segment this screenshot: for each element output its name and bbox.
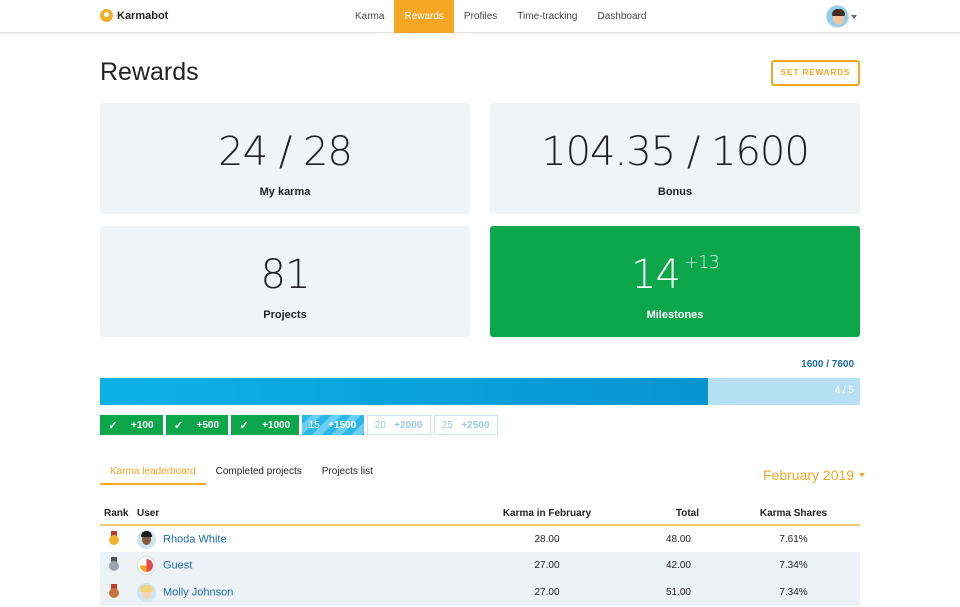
milestone-step: ✓ +500 bbox=[165, 415, 229, 435]
tab-completed-projects[interactable]: Completed projects bbox=[206, 460, 312, 485]
check-icon: ✓ bbox=[108, 419, 118, 432]
bonus-card: 104.35 / 1600 Bonus bbox=[490, 103, 860, 214]
my-karma-value: 24 / 28 bbox=[218, 129, 353, 175]
milestones-label: Milestones bbox=[646, 309, 704, 321]
check-icon: ✓ bbox=[173, 419, 184, 432]
month-selector[interactable]: February 2019 bbox=[763, 467, 866, 483]
user-cell: Rhoda White bbox=[137, 525, 467, 552]
col-rank: Rank bbox=[100, 503, 137, 526]
col-total: Total bbox=[627, 503, 727, 526]
karma-cell: 27.00 bbox=[467, 552, 627, 579]
nav-rewards[interactable]: Rewards bbox=[394, 0, 454, 33]
avatar[interactable] bbox=[826, 5, 849, 28]
milestones-card: 14 +13 Milestones bbox=[490, 226, 860, 337]
avatar bbox=[137, 583, 156, 602]
projects-label: Projects bbox=[263, 309, 307, 321]
progress-label: 1600 / 7600 bbox=[801, 359, 854, 370]
month-label: February 2019 bbox=[763, 467, 855, 483]
user-link[interactable]: Guest bbox=[163, 560, 192, 572]
avatar bbox=[137, 529, 156, 549]
total-cell: 42.00 bbox=[627, 552, 727, 579]
nav-time-tracking[interactable]: Time-tracking bbox=[507, 0, 587, 33]
my-karma-label: My karma bbox=[259, 186, 311, 198]
col-user: User bbox=[137, 503, 467, 526]
tab-projects-list[interactable]: Projects list bbox=[312, 460, 383, 485]
milestone-steps: ✓ +100 ✓ +500 ✓ +1000 15 +1500 20 +2000 … bbox=[100, 415, 499, 435]
silver-medal-icon bbox=[109, 557, 119, 571]
nav-profiles[interactable]: Profiles bbox=[454, 0, 507, 33]
milestone-step: ✓ +100 bbox=[100, 415, 163, 435]
user-cell: Guest bbox=[137, 552, 467, 579]
tab-karma-leaderboard[interactable]: Karma leaderboard bbox=[100, 460, 206, 485]
shares-cell: 7.34% bbox=[727, 579, 860, 606]
user-cell: Molly Johnson bbox=[137, 579, 467, 606]
projects-card: 81 Projects bbox=[100, 226, 470, 337]
user-menu[interactable] bbox=[826, 5, 857, 28]
col-karma: Karma in February bbox=[467, 503, 627, 526]
leaderboard-table: Rank User Karma in February Total Karma … bbox=[100, 503, 860, 606]
projects-value: 81 bbox=[260, 252, 311, 298]
milestone-step: ✓ +1000 bbox=[231, 415, 300, 435]
nav-dashboard[interactable]: Dashboard bbox=[587, 0, 656, 33]
milestone-step: 25 +2500 bbox=[434, 415, 499, 435]
bronze-medal-icon bbox=[109, 584, 119, 598]
karma-cell: 28.00 bbox=[534, 533, 560, 545]
main-nav: Karma Rewards Profiles Time-tracking Das… bbox=[345, 0, 656, 33]
set-rewards-button[interactable]: SET REWARDS bbox=[771, 60, 860, 86]
gold-medal-icon bbox=[109, 530, 119, 545]
nav-karma[interactable]: Karma bbox=[345, 0, 394, 33]
milestones-value: 14 bbox=[631, 252, 681, 298]
avatar bbox=[137, 556, 156, 575]
bonus-label: Bonus bbox=[657, 186, 693, 198]
my-karma-card: 24 / 28 My karma bbox=[100, 103, 470, 214]
milestones-delta: +13 bbox=[683, 252, 720, 273]
bonus-value: 104.35 / 1600 bbox=[541, 129, 810, 175]
progress-fill bbox=[100, 378, 708, 405]
milestone-step: 20 +2000 bbox=[367, 415, 432, 435]
page-title: Rewards bbox=[100, 58, 199, 86]
total-cell: 51.00 bbox=[627, 579, 727, 606]
shares-cell: 7.34% bbox=[727, 552, 860, 579]
karma-cell: 27.00 bbox=[467, 579, 627, 606]
chevron-down-icon bbox=[859, 473, 866, 477]
rank-cell bbox=[100, 552, 137, 579]
shares-cell: 7.61% bbox=[779, 533, 808, 545]
brand-name: Karmabot bbox=[117, 9, 169, 22]
milestone-step: 15 +1500 bbox=[302, 415, 365, 435]
col-shares: Karma Shares bbox=[727, 503, 860, 526]
milestones-value-wrap: 14 +13 bbox=[490, 252, 860, 298]
chevron-down-icon bbox=[851, 14, 857, 19]
table-row: Guest 27.00 42.00 7.34% bbox=[100, 552, 860, 579]
progress-count: 4 / 5 bbox=[834, 385, 854, 396]
rank-cell bbox=[100, 525, 137, 552]
user-link[interactable]: Molly Johnson bbox=[163, 587, 233, 599]
leaderboard-tabs: Karma leaderboard Completed projects Pro… bbox=[100, 460, 383, 485]
top-navbar: Karmabot Karma Rewards Profiles Time-tra… bbox=[0, 0, 960, 33]
progress-bar: 4 / 5 bbox=[100, 378, 860, 405]
rank-cell bbox=[100, 579, 137, 606]
total-cell: 48.00 bbox=[665, 533, 691, 545]
table-row: Rhoda White 28.00 48.00 7.61% bbox=[100, 525, 860, 552]
check-icon: ✓ bbox=[239, 419, 249, 432]
table-row: Molly Johnson 27.00 51.00 7.34% bbox=[100, 579, 860, 606]
user-link[interactable]: Rhoda White bbox=[163, 533, 227, 545]
brand[interactable]: Karmabot bbox=[100, 9, 168, 22]
karmabot-logo-icon bbox=[100, 9, 113, 22]
